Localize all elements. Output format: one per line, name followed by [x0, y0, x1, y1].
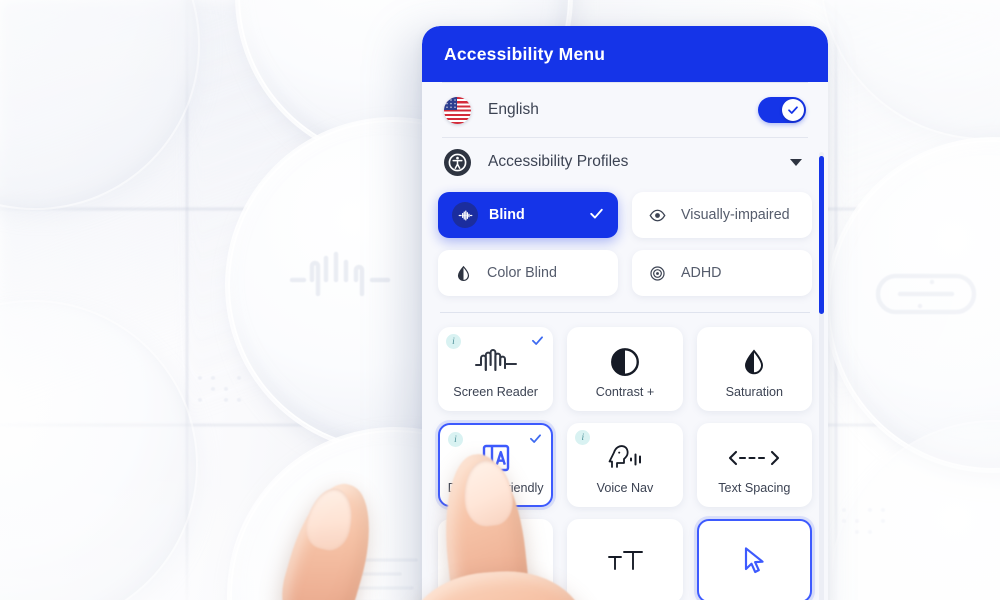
- arrows-dashed-horizontal-icon: [727, 441, 781, 475]
- check-icon: [589, 206, 604, 225]
- droplet-half-icon: [741, 345, 767, 379]
- profile-chip-grid: Blind Visually-impaired Color Blind ADHD: [438, 192, 812, 296]
- eye-icon: [646, 207, 668, 224]
- panel-scrollbar-track[interactable]: [819, 152, 824, 600]
- feature-tile-voice-nav[interactable]: i Voice Nav: [567, 423, 683, 507]
- cursor-pointer-icon: [740, 544, 768, 578]
- contrast-half-circle-icon: [610, 345, 640, 379]
- section-divider: [440, 312, 810, 313]
- profile-chip-adhd[interactable]: ADHD: [632, 250, 812, 296]
- profile-chip-label: Visually-impaired: [681, 207, 790, 223]
- profile-chip-visually-impaired[interactable]: Visually-impaired: [632, 192, 812, 238]
- feature-tile-cursor[interactable]: [696, 519, 812, 600]
- check-icon: [788, 106, 798, 114]
- embossed-text-lines-icon: [300, 552, 420, 600]
- language-row[interactable]: English: [438, 83, 812, 137]
- target-rings-icon: [646, 265, 668, 282]
- feature-tile-grid: i Screen Reader Contrast + Saturation i …: [438, 327, 812, 600]
- feature-tile-label: Saturation: [725, 385, 784, 399]
- sound-wave-icon: [474, 345, 518, 379]
- feature-tile-label: Dyslexia Friendly: [447, 481, 544, 495]
- info-badge-icon[interactable]: i: [575, 430, 591, 445]
- panel-scrollbar-thumb[interactable]: [819, 156, 824, 314]
- feature-tile-screen-reader[interactable]: i Screen Reader: [438, 327, 554, 411]
- info-badge-icon[interactable]: i: [446, 334, 461, 349]
- head-speaking-icon: [606, 441, 644, 475]
- chevron-down-icon[interactable]: [790, 158, 802, 166]
- profile-chip-color-blind[interactable]: Color Blind: [438, 250, 618, 296]
- profile-chip-label: ADHD: [681, 265, 722, 281]
- text-size-tt-icon: [605, 544, 645, 578]
- feature-tile-label: Contrast +: [595, 385, 655, 399]
- language-toggle[interactable]: [758, 97, 806, 123]
- feature-tile-text-size[interactable]: [567, 519, 683, 600]
- accessibility-person-icon: [444, 148, 471, 176]
- droplet-icon: [452, 265, 474, 282]
- embossed-braille-dots: [842, 508, 888, 537]
- panel-header: Accessibility Menu: [422, 26, 828, 82]
- link-icon: [477, 544, 515, 578]
- profile-chip-label: Blind: [489, 207, 525, 223]
- embossed-braille-dots: [198, 376, 244, 405]
- accessibility-menu-panel: Accessibility Menu English Accessibility…: [422, 26, 828, 600]
- check-icon: [529, 432, 542, 450]
- feature-tile-contrast[interactable]: Contrast +: [567, 327, 683, 411]
- document-letter-a-icon: [480, 441, 512, 475]
- accessibility-profiles-label: Accessibility Profiles: [488, 153, 629, 170]
- feature-tile-saturation[interactable]: Saturation: [696, 327, 812, 411]
- info-badge-icon[interactable]: i: [448, 432, 463, 447]
- screenshot-root: Accessibility Menu English Accessibility…: [0, 0, 1000, 600]
- panel-body: English Accessibility Profiles Blind Vis…: [422, 82, 828, 600]
- sound-wave-icon: [452, 202, 478, 228]
- profile-chip-blind[interactable]: Blind: [438, 192, 618, 238]
- page-title: Accessibility Menu: [444, 43, 606, 64]
- feature-tile-label: Voice Nav: [596, 481, 654, 495]
- check-icon: [531, 334, 544, 352]
- feature-tile-link[interactable]: [438, 519, 554, 600]
- toggle-knob: [782, 99, 804, 121]
- us-flag-icon: [444, 96, 471, 124]
- feature-tile-label: Text Spacing: [718, 481, 791, 495]
- embossed-link-icon: [874, 268, 978, 325]
- feature-tile-text-spacing[interactable]: Text Spacing: [696, 423, 812, 507]
- feature-tile-dyslexia-friendly[interactable]: i Dyslexia Friendly: [438, 423, 554, 507]
- profile-chip-label: Color Blind: [487, 265, 557, 281]
- embossed-sound-wave-icon: [288, 250, 392, 311]
- language-label: English: [488, 101, 539, 118]
- feature-tile-label: Screen Reader: [453, 385, 539, 399]
- accessibility-profiles-header[interactable]: Accessibility Profiles: [438, 138, 812, 186]
